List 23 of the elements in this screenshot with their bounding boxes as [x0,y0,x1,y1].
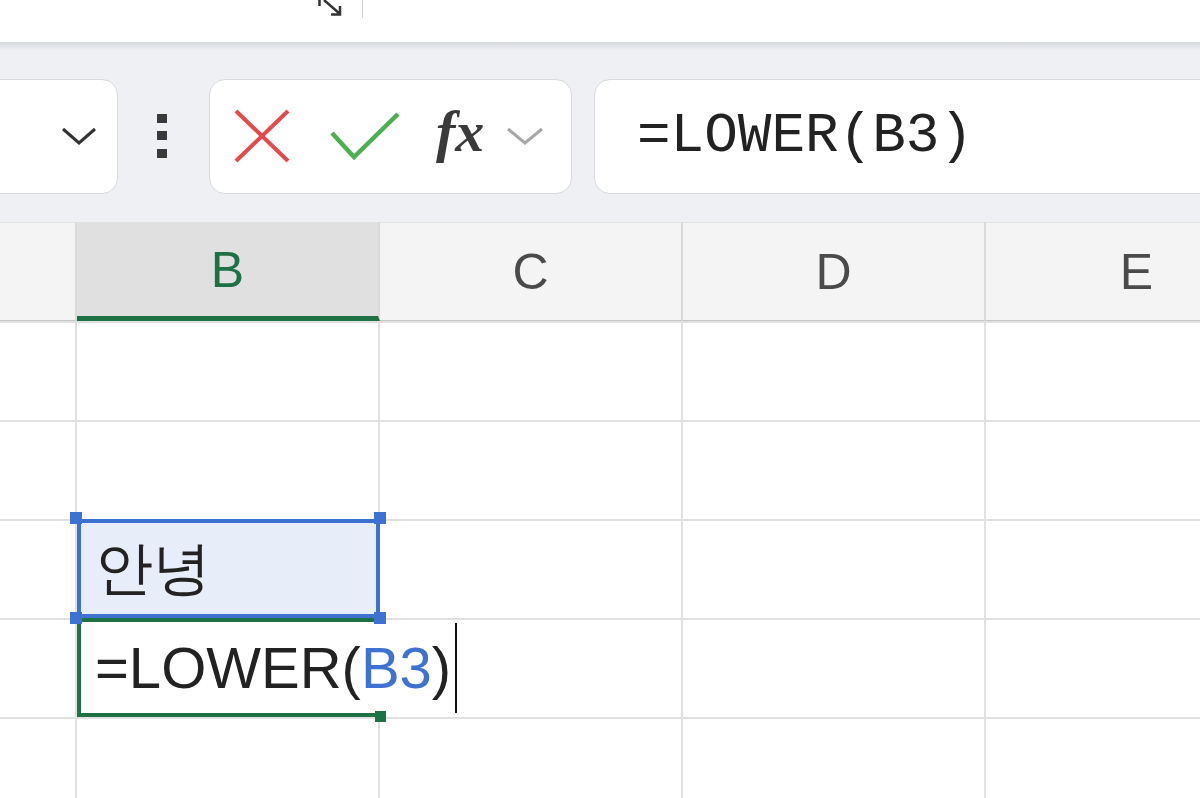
column-header[interactable]: B [77,222,380,321]
cell-text: 안녕 [95,533,211,602]
cell-formula[interactable]: =LOWER(B3) [95,634,452,701]
chevron-down-icon [506,126,545,146]
selection-handle-icon[interactable] [374,512,386,524]
insert-function-button[interactable]: fx [436,103,489,169]
selection-handle-icon[interactable] [70,612,82,624]
chevron-down-icon[interactable] [61,126,97,146]
vertical-dots-icon[interactable] [157,114,167,158]
formula-field[interactable]: =LOWER(B3) [594,78,1200,194]
selection-handle-icon[interactable] [70,512,82,524]
column-header[interactable]: E [986,222,1200,321]
enter-button[interactable] [330,111,400,161]
fill-handle-icon[interactable] [375,711,386,722]
column-header[interactable] [0,222,77,321]
check-icon [330,111,400,161]
text-cursor-icon [455,622,458,713]
cross-icon [234,109,290,163]
selection-handle-icon[interactable] [374,612,386,624]
cancel-button[interactable] [234,109,290,163]
column-header[interactable]: C [380,222,683,321]
dropdown-button[interactable] [506,126,545,146]
column-header[interactable]: D [683,222,986,321]
